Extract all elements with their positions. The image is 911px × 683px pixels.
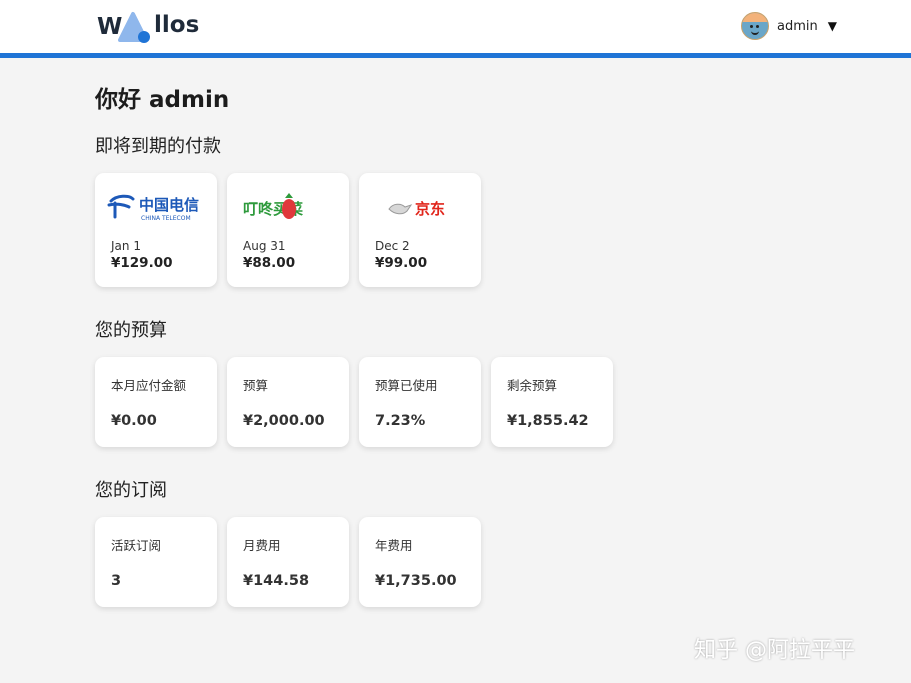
page-title: 你好 admin	[95, 87, 230, 113]
logo-text: llos	[154, 12, 200, 38]
subs-label: 年费用	[375, 538, 413, 553]
logo-en-text: CHINA TELECOM	[141, 215, 191, 222]
wallos-logo[interactable]: W llos	[96, 6, 206, 46]
budget-label: 剩余预算	[507, 378, 558, 393]
budget-card-budget: 预算 ¥2,000.00	[227, 357, 349, 447]
budget-value: ¥0.00	[111, 413, 157, 429]
payment-price: ¥88.00	[243, 255, 296, 271]
subs-value: ¥144.58	[243, 573, 310, 589]
section-title-upcoming: 即将到期的付款	[95, 136, 221, 157]
subs-card-yearly: 年费用 ¥1,735.00	[359, 517, 481, 607]
subs-value: ¥1,735.00	[375, 573, 457, 589]
svg-text:W: W	[97, 14, 122, 40]
china-telecom-logo: 中国电信 CHINA TELECOM	[95, 189, 217, 225]
payment-card[interactable]: 中国电信 CHINA TELECOM Jan 1 ¥129.00	[95, 173, 217, 287]
budget-card-due-this-month: 本月应付金额 ¥0.00	[95, 357, 217, 447]
payment-card[interactable]: 叮咚买菜 Aug 31 ¥88.00	[227, 173, 349, 287]
payment-date: Dec 2	[375, 239, 410, 253]
subs-label: 月费用	[243, 538, 281, 553]
logo-cn-text: 中国电信	[139, 196, 199, 214]
budget-card-used: 预算已使用 7.23%	[359, 357, 481, 447]
payment-price: ¥99.00	[375, 255, 428, 271]
username[interactable]: admin	[777, 19, 818, 34]
payment-card[interactable]: 京东 Dec 2 ¥99.00	[359, 173, 481, 287]
section-title-budget: 您的预算	[95, 320, 167, 341]
budget-card-remaining: 剩余预算 ¥1,855.42	[491, 357, 613, 447]
user-menu[interactable]: admin ▼	[741, 12, 837, 40]
budget-value: ¥2,000.00	[243, 413, 325, 429]
top-navbar: W llos admin ▼	[0, 0, 911, 58]
budget-value: 7.23%	[375, 413, 426, 429]
jd-logo: 京东	[359, 189, 481, 225]
subs-card-active: 活跃订阅 3	[95, 517, 217, 607]
section-title-subscriptions: 您的订阅	[95, 480, 167, 501]
logo-cn-text: 京东	[415, 200, 445, 218]
subs-value: 3	[111, 573, 122, 589]
payment-date: Aug 31	[243, 239, 286, 253]
avatar[interactable]	[741, 12, 769, 40]
budget-label: 本月应付金额	[111, 378, 187, 393]
watermark: 知乎 @阿拉平平	[694, 638, 855, 663]
payment-price: ¥129.00	[111, 255, 173, 271]
subs-label: 活跃订阅	[111, 538, 162, 553]
budget-value: ¥1,855.42	[507, 413, 589, 429]
caret-down-icon[interactable]: ▼	[828, 19, 837, 33]
dingdong-logo: 叮咚买菜	[227, 189, 349, 225]
budget-label: 预算已使用	[375, 378, 438, 393]
budget-label: 预算	[243, 378, 269, 393]
payment-date: Jan 1	[111, 239, 141, 253]
subs-card-monthly: 月费用 ¥144.58	[227, 517, 349, 607]
